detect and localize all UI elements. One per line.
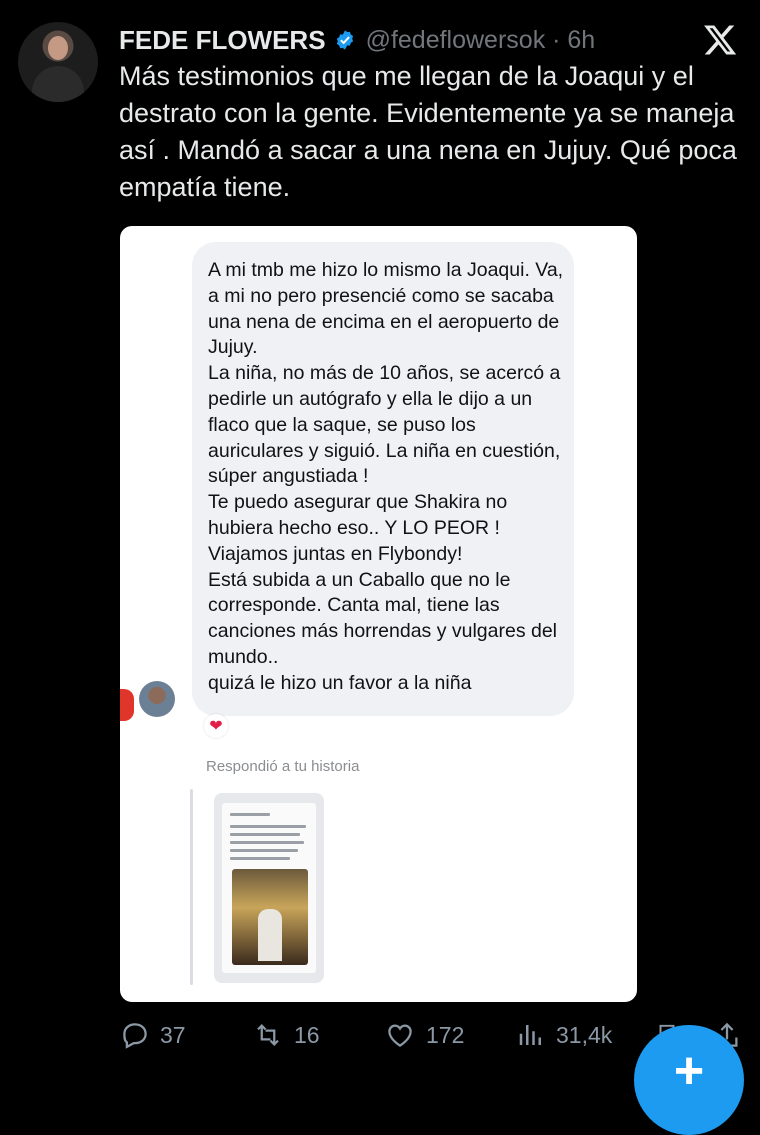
story-text-line [230,849,298,852]
reply-button[interactable]: 37 [120,1012,186,1058]
views-count: 31,4k [556,1021,613,1048]
author-avatar[interactable] [18,22,98,102]
avatar-face [48,36,68,60]
reply-label: Respondió a tu historia [206,758,360,775]
tweet-text: Más testimonios que me llegan de la Joaq… [119,61,737,202]
red-edge-marker [120,689,134,721]
message-paragraph: Te puedo asegurar que Shakira no hubiera… [208,491,508,565]
reply-icon [123,1023,147,1049]
compose-button[interactable]: + [634,1025,744,1135]
story-thumbnail [214,793,324,983]
story-text-line [230,825,306,828]
reply-quote-bar [190,789,193,985]
sender-avatar [139,681,175,717]
message-text: A mi tmb me hizo lo mismo la Joaqui. Va,… [208,258,568,697]
story-text-line [230,841,304,844]
message-paragraph: La niña, no más de 10 años, se acercó a … [208,362,561,488]
message-bubble: A mi tmb me hizo lo mismo la Joaqui. Va,… [192,242,574,716]
story-text-line [230,833,300,836]
message-paragraph: Está subida a un Caballo que no le corre… [208,568,558,668]
avatar-body [32,66,84,102]
like-button[interactable]: 172 [384,1012,464,1058]
repost-button[interactable]: 16 [252,1012,320,1058]
story-text-line [230,813,270,816]
verified-badge-icon [336,30,353,50]
story-tweet-preview [222,803,316,973]
author-handle-time[interactable]: @fedeflowersok · 6h [366,26,596,55]
message-paragraph: quizá le hizo un favor a la niña [208,671,472,694]
author-name[interactable]: FEDE FLOWERS [119,25,326,56]
story-photo [232,869,308,965]
repost-icon [257,1024,279,1046]
attached-screenshot[interactable]: A mi tmb me hizo lo mismo la Joaqui. Va,… [120,226,637,1002]
story-text-line [230,857,290,860]
tweet-header: FEDE FLOWERS @fedeflowersok · 6h [119,22,595,58]
views-icon [519,1025,541,1045]
views-button[interactable]: 31,4k [516,1012,612,1058]
message-paragraph: A mi tmb me hizo lo mismo la Joaqui. Va,… [208,259,564,359]
like-count: 172 [426,1021,465,1048]
heart-icon [388,1024,412,1047]
x-logo-icon [704,25,737,55]
reply-count: 37 [160,1021,186,1048]
heart-reaction-icon: ❤ [204,714,228,738]
repost-count: 16 [294,1021,320,1048]
